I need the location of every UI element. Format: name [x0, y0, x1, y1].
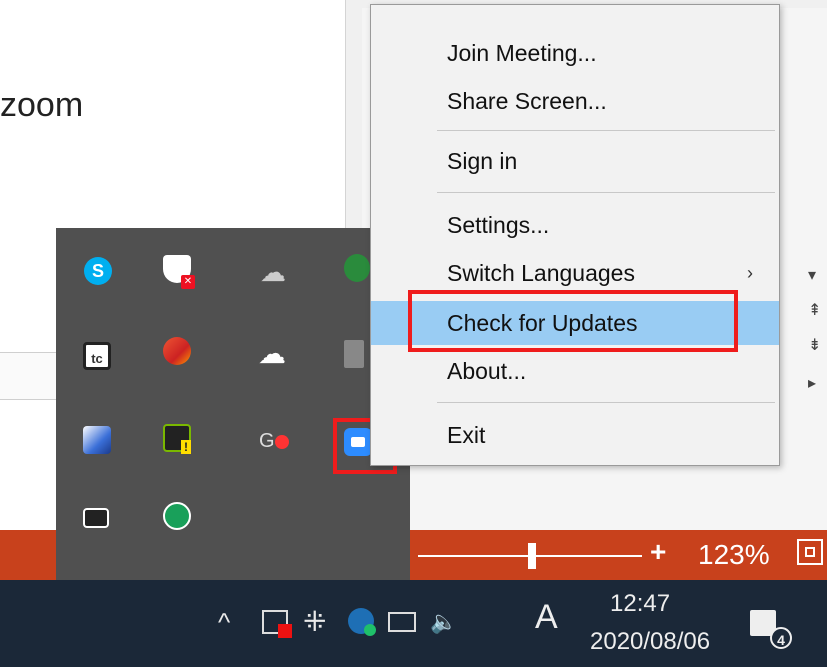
menu-item-share-screen[interactable]: Share Screen... [371, 79, 779, 123]
monitor-app-icon[interactable] [348, 608, 376, 636]
menu-separator [437, 130, 775, 131]
submenu-arrow-icon: › [747, 263, 753, 283]
zoom-in-button[interactable]: + [650, 536, 666, 568]
check-for-updates-annotation-box [408, 290, 738, 352]
menu-item-about[interactable]: About... [371, 349, 779, 393]
fit-to-window-icon[interactable] [797, 539, 823, 565]
printer-icon[interactable] [344, 340, 364, 368]
network-icon[interactable] [388, 612, 416, 632]
box-icon[interactable] [83, 426, 111, 454]
ccleaner-icon[interactable] [163, 337, 191, 365]
scroll-right-arrow-icon[interactable]: ▸ [808, 373, 824, 395]
document-text-zoom: zoom [0, 86, 84, 124]
menu-separator [437, 402, 775, 403]
scroll-down-arrow-icon[interactable]: ▾ [808, 265, 824, 287]
notification-count-badge: 4 [770, 627, 792, 649]
menu-separator [437, 192, 775, 193]
menu-item-settings[interactable]: Settings... [371, 203, 779, 247]
clock-time[interactable]: 12:47 [610, 590, 670, 618]
green-app-icon[interactable] [163, 502, 191, 530]
zoom-slider-thumb[interactable] [528, 543, 536, 569]
menu-item-label: Switch Languages [447, 260, 635, 286]
previous-page-icon[interactable]: ⇞ [808, 300, 824, 322]
security-shield-icon[interactable] [163, 255, 195, 289]
edge-icon[interactable] [344, 254, 370, 282]
record-icon[interactable]: G [259, 427, 289, 455]
menu-item-sign-in[interactable]: Sign in [371, 139, 779, 183]
volume-icon[interactable]: 🔈 [430, 606, 457, 638]
mail-icon[interactable] [83, 508, 109, 528]
input-method-indicator[interactable]: A [535, 598, 558, 637]
show-hidden-icons-chevron-icon[interactable]: ^ [218, 606, 230, 638]
next-page-icon[interactable]: ⇟ [808, 335, 824, 357]
zoom-level-label[interactable]: 123% [698, 539, 770, 571]
clock-date[interactable]: 2020/08/06 [590, 628, 710, 656]
upload-icon[interactable]: ☁ [258, 340, 286, 368]
cloud-off-icon[interactable]: ☁ [260, 258, 288, 286]
tc-icon[interactable]: tc [83, 342, 111, 370]
skype-icon[interactable]: S [84, 257, 112, 285]
menu-item-exit[interactable]: Exit [371, 413, 779, 457]
windows-security-icon[interactable] [262, 610, 292, 638]
nvidia-icon[interactable] [163, 424, 191, 454]
dropbox-icon[interactable]: ⁜ [303, 606, 326, 638]
menu-item-join-meeting[interactable]: Join Meeting... [371, 31, 779, 75]
zoom-context-menu: Join Meeting... Share Screen... Sign in … [370, 4, 780, 466]
menu-item-switch-languages[interactable]: Switch Languages › [371, 251, 779, 295]
scroll-controls: ▾ ⇞ ⇟ ▸ [800, 255, 827, 405]
